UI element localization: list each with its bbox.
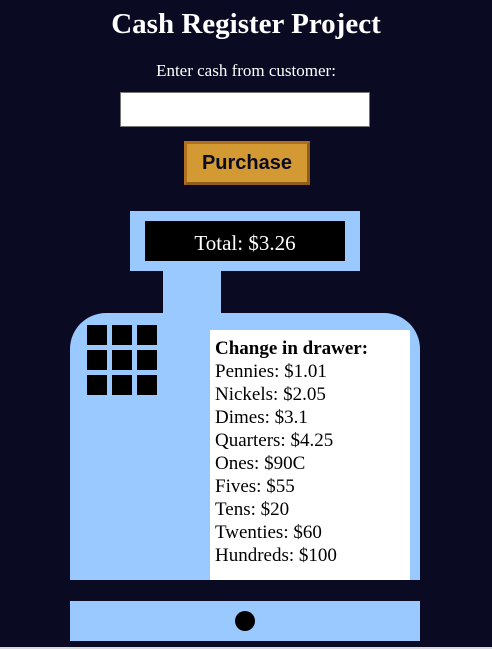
drawer-line-fives: Fives: $55 xyxy=(215,476,295,497)
keypad-key xyxy=(137,350,157,370)
drawer-line-twenties: Twenties: $60 xyxy=(215,522,322,543)
keypad-key xyxy=(87,325,107,345)
cash-input-label: Enter cash from customer: xyxy=(156,61,336,80)
drawer-line-dimes: Dimes: $3.1 xyxy=(215,407,308,428)
drawer-line-ones: Ones: $90C xyxy=(215,453,306,474)
total-display: Total: $3.26 xyxy=(145,221,345,261)
page-title: Cash Register Project xyxy=(111,8,381,40)
register-display-stand xyxy=(163,271,221,316)
change-in-drawer-panel: Change in drawer: Pennies: $1.01 Nickels… xyxy=(210,330,410,580)
drawer-line-hundreds: Hundreds: $100 xyxy=(215,545,337,566)
keypad-key xyxy=(137,325,157,345)
drawer-heading: Change in drawer: xyxy=(215,338,369,359)
register-keypad xyxy=(87,325,157,395)
keypad-key xyxy=(87,375,107,395)
drawer-line-quarters: Quarters: $4.25 xyxy=(215,430,334,451)
keypad-key xyxy=(112,325,132,345)
purchase-button[interactable]: Purchase xyxy=(184,141,310,185)
keypad-key xyxy=(112,375,132,395)
drawer-line-nickels: Nickels: $2.05 xyxy=(215,384,326,405)
register-knob-icon xyxy=(235,611,255,631)
keypad-key xyxy=(137,375,157,395)
keypad-key xyxy=(112,350,132,370)
keypad-key xyxy=(87,350,107,370)
drawer-line-tens: Tens: $20 xyxy=(215,499,290,520)
drawer-line-pennies: Pennies: $1.01 xyxy=(215,361,327,382)
cash-input[interactable] xyxy=(120,92,370,127)
